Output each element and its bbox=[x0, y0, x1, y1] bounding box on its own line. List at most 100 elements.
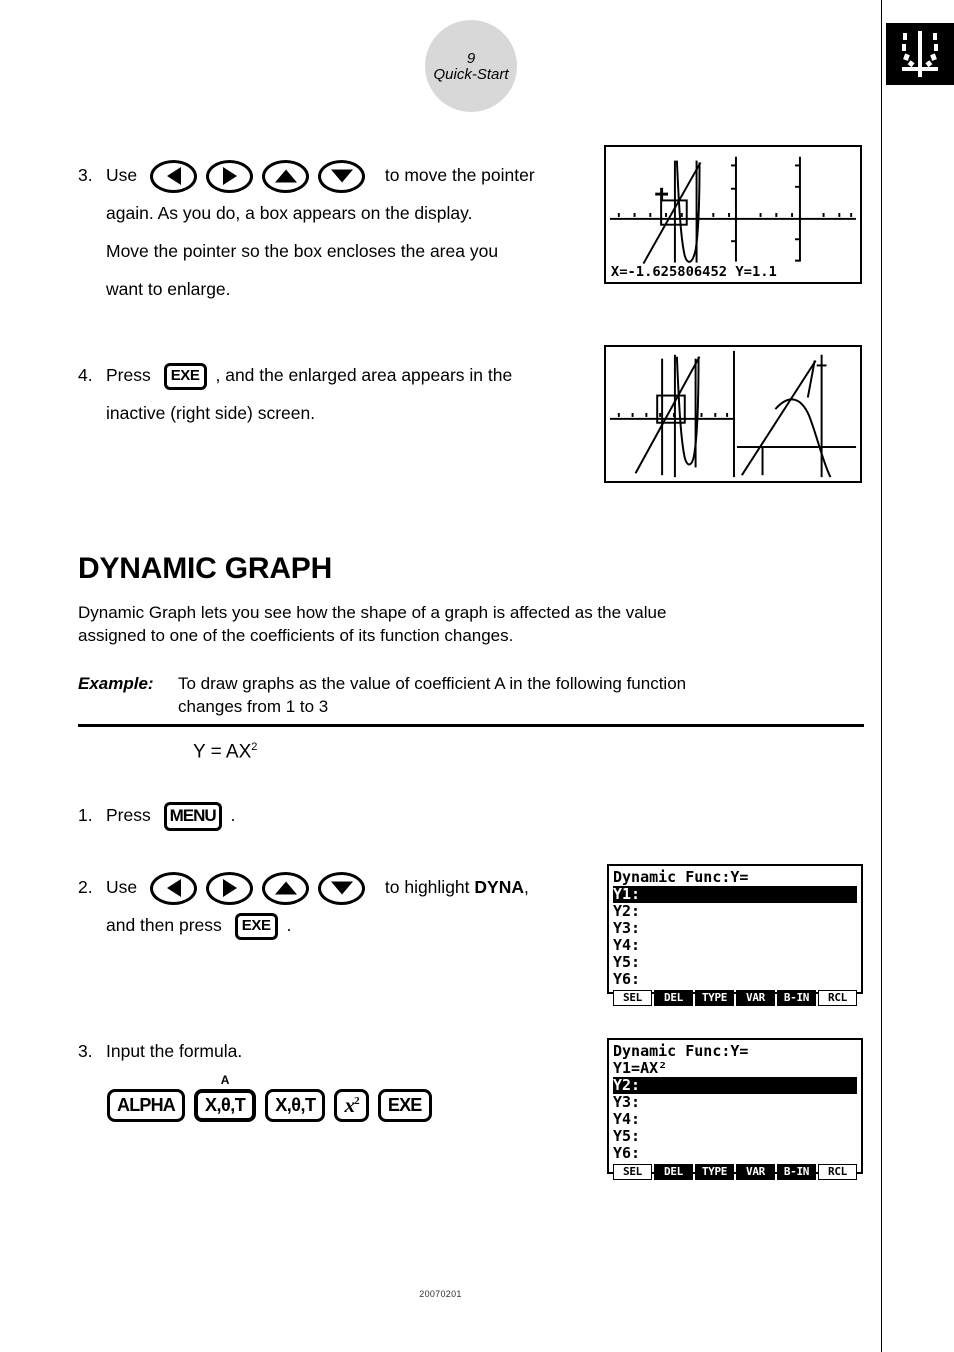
function-list: Y1=AX² Y2: Y3: Y4: Y5: Y6: bbox=[613, 1060, 857, 1162]
x-squared-key[interactable]: x2 bbox=[334, 1089, 369, 1122]
step-line2-after: . bbox=[286, 915, 292, 935]
list-item[interactable]: Y2: bbox=[613, 1077, 857, 1094]
step-3-move-pointer: 3. Use to move the pointer again. As you… bbox=[78, 156, 578, 308]
dynamic-graph-icon bbox=[886, 23, 954, 85]
step-line-4: want to enlarge. bbox=[106, 279, 231, 299]
step-number: 1. bbox=[78, 805, 93, 825]
list-item[interactable]: Y1=AX² bbox=[613, 1060, 857, 1077]
step-trailing-text: to highlight bbox=[384, 877, 470, 897]
step-lead-text: Press bbox=[106, 365, 151, 385]
up-arrow-key[interactable] bbox=[262, 871, 309, 905]
corner-section-tab bbox=[886, 23, 954, 85]
description-line-1: Dynamic Graph lets you see how the shape… bbox=[78, 603, 667, 622]
function-key-bar: SEL DEL TYPE VAR B-IN RCL bbox=[613, 1164, 857, 1180]
alpha-key[interactable]: ALPHA bbox=[107, 1089, 185, 1122]
example-label: Example: bbox=[78, 674, 154, 693]
example-block: Example: To draw graphs as the value of … bbox=[78, 672, 864, 763]
list-item[interactable]: Y5: bbox=[613, 954, 857, 971]
step-2-highlight-dyna: 2. Use to highlight DYNA, and then press… bbox=[78, 868, 598, 944]
list-item[interactable]: Y1: bbox=[613, 886, 857, 903]
list-item[interactable]: Y6: bbox=[613, 1145, 857, 1162]
fkey-del[interactable]: DEL bbox=[654, 1164, 693, 1180]
lcd-title: Dynamic Func:Y= bbox=[613, 868, 749, 886]
down-arrow-key[interactable] bbox=[318, 159, 365, 193]
step-number: 2. bbox=[78, 877, 93, 897]
function-list: Y1: Y2: Y3: Y4: Y5: Y6: bbox=[613, 886, 857, 988]
fkey-rcl[interactable]: RCL bbox=[818, 990, 857, 1006]
step-line2-lead: and then press bbox=[106, 915, 222, 935]
fkey-del[interactable]: DEL bbox=[654, 990, 693, 1006]
step-line-3: Move the pointer so the box encloses the… bbox=[106, 241, 499, 261]
left-arrow-key[interactable] bbox=[150, 159, 197, 193]
page-number: 9 bbox=[466, 49, 476, 67]
dynamic-func-list-empty: Dynamic Func:Y= Y1: Y2: Y3: Y4: Y5: Y6: … bbox=[607, 864, 863, 1006]
arrow-key-group bbox=[150, 159, 374, 193]
formula-text: Y = AX bbox=[193, 741, 252, 763]
list-item[interactable]: Y3: bbox=[613, 920, 857, 937]
fkey-sel[interactable]: SEL bbox=[613, 990, 652, 1006]
right-arrow-key[interactable] bbox=[206, 159, 253, 193]
example-divider bbox=[78, 724, 864, 727]
step-trailing-text: to move the pointer bbox=[384, 165, 535, 185]
step-number: 3. bbox=[78, 165, 93, 185]
step-text: Input the formula. bbox=[106, 1041, 243, 1061]
fkey-type[interactable]: TYPE bbox=[695, 1164, 734, 1180]
example-line-2: changes from 1 to 3 bbox=[178, 697, 329, 716]
step-4-press-exe: 4. Press EXE , and the enlarged area app… bbox=[78, 356, 588, 432]
fkey-rcl[interactable]: RCL bbox=[818, 1164, 857, 1180]
page-edge-rule bbox=[881, 0, 882, 1352]
fkey-bin[interactable]: B-IN bbox=[777, 990, 816, 1006]
alpha-a-label: A bbox=[220, 1073, 230, 1087]
list-item[interactable]: Y2: bbox=[613, 903, 857, 920]
step-3-input-formula: 3. Input the formula. bbox=[78, 1032, 498, 1070]
x-theta-t-key[interactable]: X,θ,T bbox=[265, 1089, 326, 1122]
step-trailing-text: . bbox=[230, 805, 236, 825]
formula-exponent: 2 bbox=[251, 741, 258, 753]
list-item[interactable]: Y6: bbox=[613, 971, 857, 988]
fkey-var[interactable]: VAR bbox=[736, 1164, 775, 1180]
function-key-bar: SEL DEL TYPE VAR B-IN RCL bbox=[613, 990, 857, 1006]
arrow-key-group bbox=[150, 871, 374, 905]
description-line-2: assigned to one of the coefficients of i… bbox=[78, 626, 514, 645]
step-1-press-menu: 1. Press MENU . bbox=[78, 796, 478, 834]
menu-key[interactable]: MENU bbox=[163, 801, 222, 831]
section-name: Quick-Start bbox=[433, 65, 509, 83]
step-lead-text: Press bbox=[106, 805, 151, 825]
up-arrow-key[interactable] bbox=[262, 159, 309, 193]
step-lead-text: Use bbox=[106, 877, 138, 897]
comma: , bbox=[524, 877, 529, 897]
key-sequence-row: ALPHA A X,θ,T X,θ,T x2 EXE bbox=[107, 1073, 432, 1122]
step-line-2: again. As you do, a box appears on the d… bbox=[106, 203, 473, 223]
list-item[interactable]: Y3: bbox=[613, 1094, 857, 1111]
step-trailing-text: , and the enlarged area appears in the bbox=[215, 365, 513, 385]
list-item[interactable]: Y4: bbox=[613, 937, 857, 954]
right-arrow-key[interactable] bbox=[206, 871, 253, 905]
exe-key[interactable]: EXE bbox=[234, 912, 278, 940]
fkey-type[interactable]: TYPE bbox=[695, 990, 734, 1006]
dyna-mode-name: DYNA bbox=[474, 877, 524, 897]
left-arrow-key[interactable] bbox=[150, 871, 197, 905]
exe-key[interactable]: EXE bbox=[377, 1089, 432, 1122]
lcd-title: Dynamic Func:Y= bbox=[613, 1042, 749, 1060]
step-line-2: inactive (right side) screen. bbox=[106, 403, 316, 423]
coordinate-readout: X=-1.625806452 Y=1.1 bbox=[611, 264, 777, 280]
split-screen-zoom-result bbox=[604, 345, 862, 483]
dynamic-func-list-with-formula: Dynamic Func:Y= Y1=AX² Y2: Y3: Y4: Y5: Y… bbox=[607, 1038, 863, 1180]
down-arrow-key[interactable] bbox=[318, 871, 365, 905]
fkey-bin[interactable]: B-IN bbox=[777, 1164, 816, 1180]
page-number-badge: 9 Quick-Start bbox=[425, 20, 517, 112]
page-title: DYNAMIC GRAPH bbox=[78, 552, 333, 585]
step-number: 3. bbox=[78, 1041, 93, 1061]
fkey-sel[interactable]: SEL bbox=[613, 1164, 652, 1180]
list-item[interactable]: Y4: bbox=[613, 1111, 857, 1128]
step-lead-text: Use bbox=[106, 165, 138, 185]
fkey-var[interactable]: VAR bbox=[736, 990, 775, 1006]
exe-key[interactable]: EXE bbox=[163, 362, 207, 390]
list-item[interactable]: Y5: bbox=[613, 1128, 857, 1145]
x-theta-t-key-alpha-a[interactable]: A X,θ,T bbox=[194, 1073, 257, 1122]
formula-display: Y = AX2 bbox=[193, 741, 864, 763]
graph-with-pointer-box-screen: X=-1.625806452 Y=1.1 bbox=[604, 145, 862, 284]
section-description: Dynamic Graph lets you see how the shape… bbox=[78, 601, 868, 647]
document-footer-code: 20070201 bbox=[419, 1289, 462, 1299]
example-line-1: To draw graphs as the value of coefficie… bbox=[178, 674, 687, 693]
